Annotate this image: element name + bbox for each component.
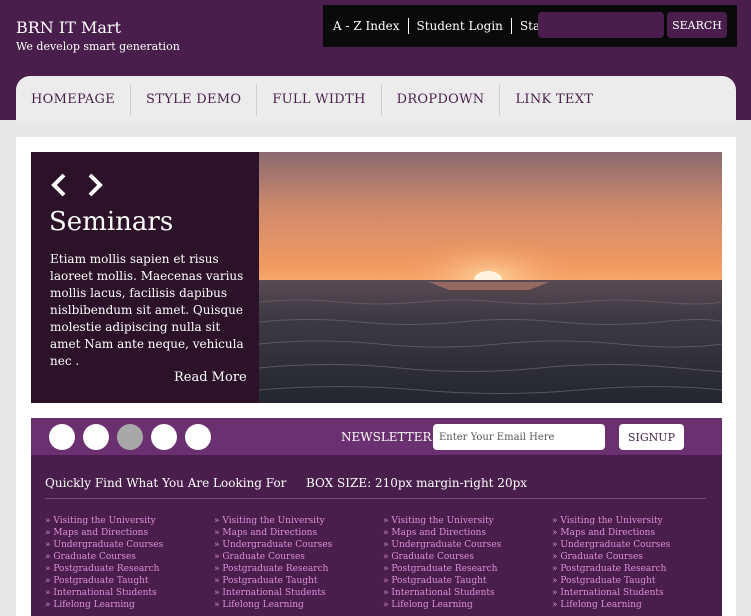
quick-link[interactable]: » Maps and Directions <box>383 527 501 539</box>
quick-link[interactable]: » International Students <box>214 587 332 599</box>
chevron-left-icon[interactable] <box>51 173 66 197</box>
newsletter-email-input[interactable] <box>433 424 605 450</box>
divider <box>45 498 706 499</box>
quick-links-column: » Visiting the University» Maps and Dire… <box>552 515 670 611</box>
quick-link[interactable]: » Visiting the University <box>45 515 163 527</box>
pager-dot[interactable] <box>185 424 211 450</box>
student-login-link[interactable]: Student Login <box>409 18 512 34</box>
pager-dot[interactable] <box>49 424 75 450</box>
quick-link[interactable]: » Undergraduate Courses <box>214 539 332 551</box>
quick-link[interactable]: » Graduate Courses <box>45 551 163 563</box>
nav-style-demo[interactable]: STYLE DEMO <box>131 83 258 116</box>
box-size-note: BOX SIZE: 210px margin-right 20px <box>306 476 528 490</box>
read-more-link[interactable]: Read More <box>174 370 247 385</box>
quick-link[interactable]: » International Students <box>45 587 163 599</box>
quick-links-column: » Visiting the University» Maps and Dire… <box>214 515 332 611</box>
nav-full-width[interactable]: FULL WIDTH <box>257 83 382 116</box>
quick-link[interactable]: » Postgraduate Taught <box>214 575 332 587</box>
quick-links-heading: Quickly Find What You Are Looking For <box>45 476 287 490</box>
nav-dropdown[interactable]: DROPDOWN <box>382 83 501 116</box>
quick-link[interactable]: » Lifelong Learning <box>552 599 670 611</box>
slide-body: Etiam mollis sapien et risus laoreet mol… <box>50 252 244 368</box>
quick-link[interactable]: » Maps and Directions <box>214 527 332 539</box>
quick-link[interactable]: » Undergraduate Courses <box>45 539 163 551</box>
site-name[interactable]: BRN IT Mart <box>16 18 180 38</box>
nav-link-text[interactable]: LINK TEXT <box>500 84 608 116</box>
quick-link[interactable]: » Postgraduate Taught <box>383 575 501 587</box>
quick-link[interactable]: » Graduate Courses <box>552 551 670 563</box>
quick-link[interactable]: » Postgraduate Research <box>383 563 501 575</box>
quick-link[interactable]: » Graduate Courses <box>383 551 501 563</box>
pager-newsletter-bar: NEWSLETTER: SIGNUP <box>31 418 722 455</box>
chevron-right-icon[interactable] <box>88 173 103 197</box>
quick-links-column: » Visiting the University» Maps and Dire… <box>45 515 163 611</box>
pager-dot[interactable] <box>151 424 177 450</box>
quick-link[interactable]: » Postgraduate Research <box>552 563 670 575</box>
quick-link[interactable]: » Postgraduate Research <box>214 563 332 575</box>
nav-homepage[interactable]: HOMEPAGE <box>16 83 132 116</box>
quick-link[interactable]: » Graduate Courses <box>214 551 332 563</box>
quick-link[interactable]: » Visiting the University <box>214 515 332 527</box>
pager-dot[interactable] <box>117 424 143 450</box>
quick-link[interactable]: » Lifelong Learning <box>214 599 332 611</box>
newsletter-label: NEWSLETTER: <box>341 430 436 444</box>
quick-link[interactable]: » Undergraduate Courses <box>383 539 501 551</box>
search-input[interactable] <box>538 12 664 38</box>
slide-title: Seminars <box>49 207 174 237</box>
quick-link[interactable]: » Postgraduate Taught <box>45 575 163 587</box>
signup-button[interactable]: SIGNUP <box>619 424 684 450</box>
quick-links-column: » Visiting the University» Maps and Dire… <box>383 515 501 611</box>
hero-slider: Seminars Etiam mollis sapien et risus la… <box>31 152 722 403</box>
main-nav: HOMEPAGE STYLE DEMO FULL WIDTH DROPDOWN … <box>16 76 736 123</box>
brand: BRN IT Mart We develop smart generation <box>16 18 180 53</box>
quick-link[interactable]: » Maps and Directions <box>552 527 670 539</box>
quick-link[interactable]: » Undergraduate Courses <box>552 539 670 551</box>
quick-link[interactable]: » International Students <box>552 587 670 599</box>
slider-arrows <box>51 173 103 197</box>
quick-links-panel: Quickly Find What You Are Looking For BO… <box>31 455 722 616</box>
quick-link[interactable]: » Postgraduate Taught <box>552 575 670 587</box>
slide-caption: Seminars Etiam mollis sapien et risus la… <box>31 152 259 403</box>
quick-link[interactable]: » International Students <box>383 587 501 599</box>
search-button[interactable]: SEARCH <box>667 12 727 38</box>
az-index-link[interactable]: A - Z Index <box>325 18 409 34</box>
pager-dot[interactable] <box>83 424 109 450</box>
site-tagline: We develop smart generation <box>16 40 180 53</box>
quick-link[interactable]: » Maps and Directions <box>45 527 163 539</box>
quick-link[interactable]: » Lifelong Learning <box>45 599 163 611</box>
quick-link[interactable]: » Lifelong Learning <box>383 599 501 611</box>
quick-link[interactable]: » Visiting the University <box>552 515 670 527</box>
slide-image <box>259 152 722 403</box>
quick-link[interactable]: » Visiting the University <box>383 515 501 527</box>
quick-link[interactable]: » Postgraduate Research <box>45 563 163 575</box>
